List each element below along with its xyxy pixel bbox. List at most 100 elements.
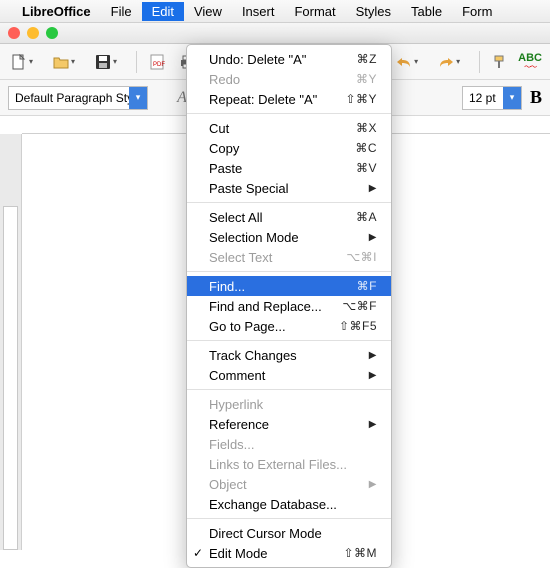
wave-icon: ～～ bbox=[524, 64, 536, 71]
menu-item-shortcut: ⌘C bbox=[355, 141, 377, 155]
menu-item-shortcut: ⌘F bbox=[357, 279, 377, 293]
menu-item-shortcut: ⌥⌘F bbox=[342, 299, 377, 313]
submenu-arrow-icon: ▶ bbox=[369, 419, 377, 430]
menu-item-shortcut: ⌘Z bbox=[357, 52, 377, 66]
svg-text:PDF: PDF bbox=[153, 62, 165, 68]
menu-item-undo-delete-a[interactable]: Undo: Delete "A"⌘Z bbox=[187, 49, 391, 69]
menu-table[interactable]: Table bbox=[401, 2, 452, 21]
toolbar-separator bbox=[479, 51, 480, 73]
menu-item-label: Undo: Delete "A" bbox=[209, 52, 357, 67]
bold-button[interactable]: B bbox=[530, 87, 542, 108]
chevron-down-icon: ▾ bbox=[456, 57, 460, 66]
chevron-down-icon: ▾ bbox=[71, 57, 75, 66]
menu-item-shortcut: ⇧⌘F5 bbox=[339, 319, 377, 333]
submenu-arrow-icon: ▶ bbox=[369, 479, 377, 490]
menu-separator bbox=[187, 271, 391, 272]
menu-item-track-changes[interactable]: Track Changes▶ bbox=[187, 345, 391, 365]
submenu-arrow-icon: ▶ bbox=[369, 232, 377, 243]
menu-item-find[interactable]: Find...⌘F bbox=[187, 276, 391, 296]
menu-item-label: Fields... bbox=[209, 437, 377, 452]
menu-item-shortcut: ⌥⌘I bbox=[346, 250, 377, 264]
menu-item-label: Hyperlink bbox=[209, 397, 377, 412]
menu-item-selection-mode[interactable]: Selection Mode▶ bbox=[187, 227, 391, 247]
edit-menu-dropdown: Undo: Delete "A"⌘ZRedo⌘YRepeat: Delete "… bbox=[186, 44, 392, 568]
menu-item-hyperlink: Hyperlink bbox=[187, 394, 391, 414]
menu-item-label: Select All bbox=[209, 210, 356, 225]
menu-separator bbox=[187, 518, 391, 519]
menu-item-shortcut: ⌘V bbox=[356, 161, 377, 175]
menu-item-label: Find and Replace... bbox=[209, 299, 342, 314]
menu-item-direct-cursor-mode[interactable]: Direct Cursor Mode bbox=[187, 523, 391, 543]
menu-form[interactable]: Form bbox=[452, 2, 502, 21]
document-window: ▾ ▾ ▾ PDF ▾ ▾ ABC～～ Default Paragraph St… bbox=[0, 22, 550, 550]
pdf-export-button[interactable]: PDF bbox=[145, 50, 169, 74]
menu-edit[interactable]: Edit bbox=[142, 2, 184, 21]
menu-item-label: Find... bbox=[209, 279, 357, 294]
window-minimize-button[interactable] bbox=[27, 27, 39, 39]
toolbar-separator bbox=[136, 51, 137, 73]
window-titlebar bbox=[0, 22, 550, 44]
menu-item-label: Paste Special bbox=[209, 181, 369, 196]
menu-item-label: Select Text bbox=[209, 250, 346, 265]
menu-item-exchange-database[interactable]: Exchange Database... bbox=[187, 494, 391, 514]
menu-item-label: Links to External Files... bbox=[209, 457, 377, 472]
submenu-arrow-icon: ▶ bbox=[369, 183, 377, 194]
menu-item-label: Reference bbox=[209, 417, 369, 432]
window-zoom-button[interactable] bbox=[46, 27, 58, 39]
app-name[interactable]: LibreOffice bbox=[22, 4, 91, 19]
submenu-arrow-icon: ▶ bbox=[369, 350, 377, 361]
menu-item-shortcut: ⇧⌘Y bbox=[345, 92, 377, 106]
menu-item-copy[interactable]: Copy⌘C bbox=[187, 138, 391, 158]
menu-item-label: Object bbox=[209, 477, 369, 492]
menu-view[interactable]: View bbox=[184, 2, 232, 21]
chevron-down-icon: ▾ bbox=[29, 57, 33, 66]
check-icon: ✓ bbox=[193, 546, 203, 560]
redo-button[interactable]: ▾ bbox=[435, 50, 471, 74]
menu-item-comment[interactable]: Comment▶ bbox=[187, 365, 391, 385]
submenu-arrow-icon: ▶ bbox=[369, 370, 377, 381]
menu-item-paste[interactable]: Paste⌘V bbox=[187, 158, 391, 178]
new-doc-button[interactable]: ▾ bbox=[8, 50, 44, 74]
menu-item-paste-special[interactable]: Paste Special▶ bbox=[187, 178, 391, 198]
save-button[interactable]: ▾ bbox=[92, 50, 128, 74]
menu-item-shortcut: ⌘Y bbox=[356, 72, 377, 86]
menu-item-label: Direct Cursor Mode bbox=[209, 526, 377, 541]
chevron-down-icon: ▾ bbox=[503, 87, 521, 109]
paragraph-style-combo[interactable]: Default Paragraph Style ▾ bbox=[8, 86, 148, 110]
font-size-combo[interactable]: 12 pt ▾ bbox=[462, 86, 522, 110]
menu-item-select-all[interactable]: Select All⌘A bbox=[187, 207, 391, 227]
menu-item-label: Track Changes bbox=[209, 348, 369, 363]
menu-format[interactable]: Format bbox=[284, 2, 345, 21]
menu-item-label: Go to Page... bbox=[209, 319, 339, 334]
menu-item-label: Exchange Database... bbox=[209, 497, 377, 512]
menu-item-links-to-external-files: Links to External Files... bbox=[187, 454, 391, 474]
window-close-button[interactable] bbox=[8, 27, 20, 39]
menu-item-go-to-page[interactable]: Go to Page...⇧⌘F5 bbox=[187, 316, 391, 336]
paragraph-style-value: Default Paragraph Style bbox=[9, 91, 129, 105]
undo-button[interactable]: ▾ bbox=[393, 50, 429, 74]
menu-item-reference[interactable]: Reference▶ bbox=[187, 414, 391, 434]
chevron-down-icon: ▾ bbox=[414, 57, 418, 66]
vertical-ruler[interactable] bbox=[0, 134, 22, 550]
menu-item-label: Comment bbox=[209, 368, 369, 383]
menu-item-label: Edit Mode bbox=[209, 546, 343, 561]
clone-formatting-button[interactable] bbox=[488, 50, 512, 74]
menu-separator bbox=[187, 113, 391, 114]
menu-item-edit-mode[interactable]: ✓Edit Mode⇧⌘M bbox=[187, 543, 391, 563]
menu-item-label: Repeat: Delete "A" bbox=[209, 92, 345, 107]
open-button[interactable]: ▾ bbox=[50, 50, 86, 74]
menu-styles[interactable]: Styles bbox=[346, 2, 401, 21]
menu-item-find-and-replace[interactable]: Find and Replace...⌥⌘F bbox=[187, 296, 391, 316]
menu-item-repeat-delete-a[interactable]: Repeat: Delete "A"⇧⌘Y bbox=[187, 89, 391, 109]
menu-file[interactable]: File bbox=[101, 2, 142, 21]
spellcheck-button[interactable]: ABC～～ bbox=[518, 53, 542, 71]
menu-item-label: Cut bbox=[209, 121, 356, 136]
menu-insert[interactable]: Insert bbox=[232, 2, 285, 21]
menu-item-redo: Redo⌘Y bbox=[187, 69, 391, 89]
menu-item-select-text: Select Text⌥⌘I bbox=[187, 247, 391, 267]
menu-item-label: Redo bbox=[209, 72, 356, 87]
mac-menubar: LibreOffice File Edit View Insert Format… bbox=[0, 0, 550, 22]
menu-item-shortcut: ⌘X bbox=[356, 121, 377, 135]
menu-item-object: Object▶ bbox=[187, 474, 391, 494]
menu-item-cut[interactable]: Cut⌘X bbox=[187, 118, 391, 138]
